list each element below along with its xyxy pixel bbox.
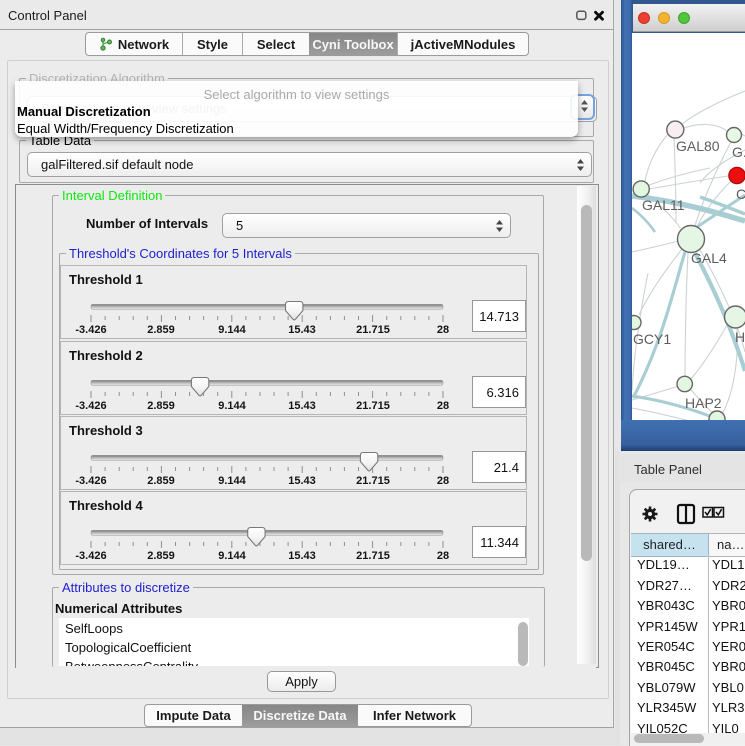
svg-text:GAL4: GAL4 — [691, 250, 727, 266]
svg-text:GCY1: GCY1 — [633, 331, 671, 347]
svg-text:C: C — [736, 186, 745, 202]
svg-text:HAP2: HAP2 — [685, 395, 722, 411]
svg-text:GAL11: GAL11 — [642, 197, 685, 213]
svg-text:GAL80: GAL80 — [676, 138, 720, 154]
svg-text:H: H — [735, 329, 745, 345]
svg-text:G.: G. — [732, 144, 745, 160]
